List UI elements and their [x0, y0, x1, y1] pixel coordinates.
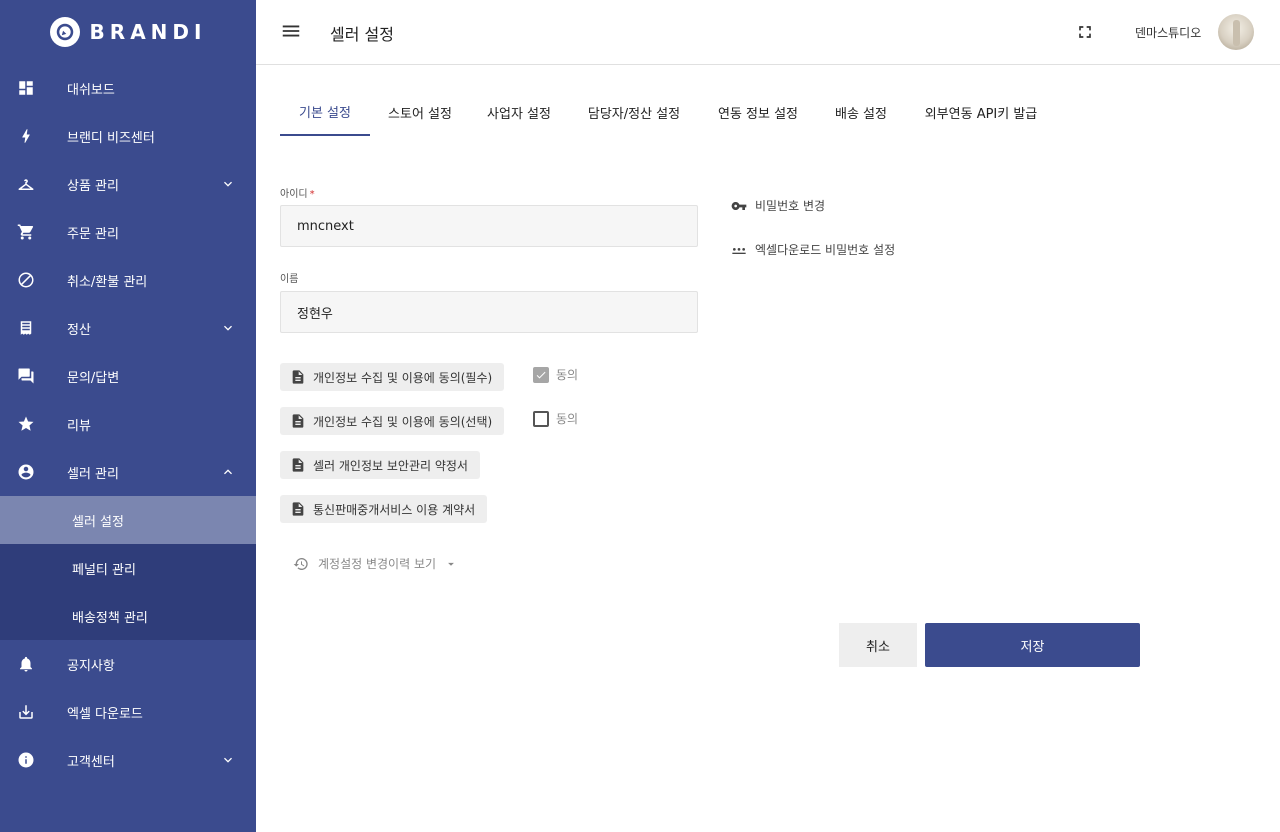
tab-api-key-issue[interactable]: 외부연동 API키 발급 — [906, 88, 1056, 136]
agree-label: 동의 — [556, 412, 579, 426]
sidebar-item-customer-center[interactable]: 고객센터 — [0, 736, 256, 784]
tab-store-settings[interactable]: 스토어 설정 — [370, 88, 470, 136]
brand-logo[interactable]: BRANDI — [0, 0, 256, 64]
security-agreement-doc-button[interactable]: 셀러 개인정보 보안관리 약정서 — [280, 451, 480, 479]
page-title: 셀러 설정 — [330, 25, 394, 44]
service-contract-doc-button[interactable]: 통신판매중개서비스 이용 계약서 — [280, 495, 488, 523]
document-icon — [292, 458, 304, 472]
sidebar-item-notices[interactable]: 공지사항 — [0, 640, 256, 688]
tab-basic-settings[interactable]: 기본 설정 — [280, 88, 370, 136]
document-icon — [292, 502, 304, 516]
sidebar-item-label: 공지사항 — [67, 658, 115, 674]
hanger-icon — [16, 174, 36, 194]
bell-icon — [16, 654, 36, 674]
agree-label: 동의 — [556, 368, 579, 382]
sidebar-item-label: 브랜디 비즈센터 — [67, 130, 155, 146]
change-password-label: 비밀번호 변경 — [755, 199, 826, 213]
privacy-required-doc-button[interactable]: 개인정보 수집 및 이용에 동의(필수) — [280, 363, 505, 391]
sidebar: BRANDI 대쉬보드 브랜디 비즈센터 상품 관리 주문 관리 취소/환불 관… — [0, 0, 256, 832]
id-field[interactable] — [280, 205, 698, 247]
doc-label: 셀러 개인정보 보안관리 약정서 — [313, 458, 468, 473]
sidebar-item-seller[interactable]: 셀러 관리 — [0, 448, 256, 496]
sidebar-item-label: 주문 관리 — [67, 226, 119, 242]
name-label: 이름 — [280, 274, 299, 285]
history-icon — [293, 557, 308, 570]
download-icon — [16, 702, 36, 722]
sidebar-item-label: 대쉬보드 — [67, 82, 115, 98]
doc-label: 개인정보 수집 및 이용에 동의(선택) — [313, 414, 493, 429]
tab-delivery-settings[interactable]: 배송 설정 — [816, 88, 906, 136]
sidebar-item-label: 상품 관리 — [67, 178, 119, 194]
account-history-toggle[interactable]: 계정설정 변경이력 보기 — [293, 555, 458, 572]
tab-manager-settlement-settings[interactable]: 담당자/정산 설정 — [568, 88, 700, 136]
top-header: 셀러 설정 덴마스튜디오 — [256, 0, 1280, 65]
sidebar-item-inquiries[interactable]: 문의/답변 — [0, 352, 256, 400]
id-label-text: 아이디 — [280, 189, 308, 200]
sidebar-item-label: 정산 — [67, 322, 91, 338]
sidebar-item-label: 셀러 관리 — [67, 466, 119, 482]
bolt-icon — [16, 126, 36, 146]
sidebar-item-dashboard[interactable]: 대쉬보드 — [0, 64, 256, 112]
chevron-down-icon — [220, 176, 236, 192]
user-name[interactable]: 덴마스튜디오 — [1135, 24, 1201, 41]
brand-name: BRANDI — [89, 20, 207, 44]
tab-integration-settings[interactable]: 연동 정보 설정 — [700, 88, 816, 136]
chevron-down-icon — [220, 752, 236, 768]
chevron-up-icon — [220, 464, 236, 480]
tab-business-settings[interactable]: 사업자 설정 — [470, 88, 568, 136]
history-label: 계정설정 변경이력 보기 — [318, 557, 437, 571]
key-icon — [731, 201, 747, 210]
password-dots-icon — [732, 247, 746, 254]
forum-icon — [16, 366, 36, 386]
document-icon — [292, 370, 304, 384]
sidebar-subitem-penalty[interactable]: 페널티 관리 — [0, 544, 256, 592]
id-label: 아이디 * — [280, 185, 315, 200]
sidebar-item-products[interactable]: 상품 관리 — [0, 160, 256, 208]
settings-tabs: 기본 설정 스토어 설정 사업자 설정 담당자/정산 설정 연동 정보 설정 배… — [280, 88, 1056, 136]
sidebar-item-label: 리뷰 — [67, 418, 91, 434]
star-icon — [16, 414, 36, 434]
doc-label: 통신판매중개서비스 이용 계약서 — [313, 502, 476, 517]
fullscreen-icon[interactable] — [1075, 22, 1095, 42]
sidebar-item-bizcenter[interactable]: 브랜디 비즈센터 — [0, 112, 256, 160]
account-circle-icon — [16, 462, 36, 482]
save-button[interactable]: 저장 — [925, 623, 1140, 667]
document-icon — [292, 414, 304, 428]
privacy-optional-agree[interactable]: 동의 — [533, 410, 578, 427]
agree-checkbox-checked[interactable] — [533, 366, 549, 383]
change-password-link[interactable]: 비밀번호 변경 — [731, 197, 825, 214]
sidebar-item-reviews[interactable]: 리뷰 — [0, 400, 256, 448]
doc-label: 개인정보 수집 및 이용에 동의(필수) — [313, 370, 493, 385]
excel-password-label: 엑셀다운로드 비밀번호 설정 — [755, 243, 896, 257]
chevron-down-icon — [220, 320, 236, 336]
receipt-icon — [16, 318, 36, 338]
agree-checkbox[interactable] — [533, 410, 549, 427]
sidebar-item-settlement[interactable]: 정산 — [0, 304, 256, 352]
sidebar-item-refunds[interactable]: 취소/환불 관리 — [0, 256, 256, 304]
sidebar-item-excel-download[interactable]: 엑셀 다운로드 — [0, 688, 256, 736]
sidebar-subitem-seller-settings[interactable]: 셀러 설정 — [0, 496, 256, 544]
sidebar-item-label: 엑셀 다운로드 — [67, 706, 143, 722]
sidebar-item-label: 문의/답변 — [67, 370, 120, 386]
cart-icon — [16, 222, 36, 242]
block-icon — [16, 270, 36, 290]
required-mark: * — [309, 189, 315, 200]
sidebar-subitem-delivery-policy[interactable]: 배송정책 관리 — [0, 592, 256, 640]
sidebar-item-orders[interactable]: 주문 관리 — [0, 208, 256, 256]
privacy-optional-doc-button[interactable]: 개인정보 수집 및 이용에 동의(선택) — [280, 407, 505, 435]
caret-down-icon — [448, 562, 454, 566]
dashboard-icon — [16, 78, 36, 98]
menu-icon[interactable] — [280, 20, 302, 42]
info-icon — [16, 750, 36, 770]
cancel-button[interactable]: 취소 — [839, 623, 917, 667]
brand-logo-icon — [49, 17, 80, 47]
privacy-required-agree[interactable]: 동의 — [533, 366, 578, 383]
sidebar-item-label: 취소/환불 관리 — [67, 274, 148, 290]
name-field[interactable] — [280, 291, 698, 333]
avatar[interactable] — [1218, 14, 1254, 50]
excel-password-link[interactable]: 엑셀다운로드 비밀번호 설정 — [731, 241, 895, 258]
sidebar-item-label: 고객센터 — [67, 754, 115, 770]
seller-submenu: 셀러 설정 페널티 관리 배송정책 관리 — [0, 496, 256, 640]
check-icon — [536, 371, 546, 378]
